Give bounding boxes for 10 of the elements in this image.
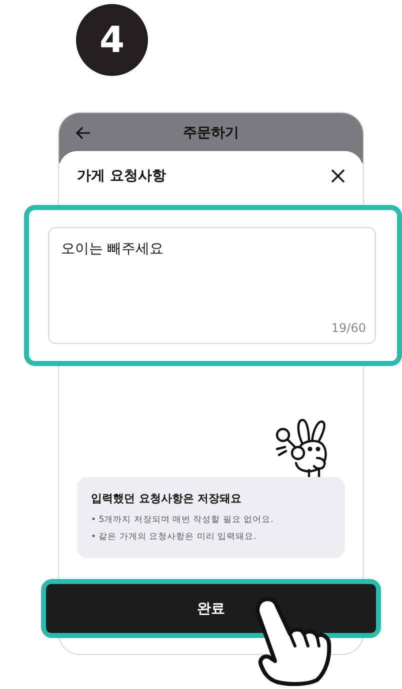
screen-title: 주문하기	[182, 124, 240, 142]
info-bullet: • 같은 가게의 요청사항은 미리 입력돼요.	[91, 531, 258, 543]
close-icon[interactable]	[331, 169, 345, 183]
done-button[interactable]: 완료	[46, 584, 376, 633]
info-title: 입력했던 요청사항은 저장돼요	[91, 491, 243, 506]
step-number-badge: 4	[76, 4, 148, 76]
info-bullet: • 5개까지 저장되며 매번 작성할 필요 없어요.	[91, 514, 274, 526]
char-counter: 19/60	[331, 321, 366, 335]
sheet-title: 가게 요청사항	[77, 167, 166, 185]
back-arrow-icon[interactable]	[75, 126, 91, 140]
